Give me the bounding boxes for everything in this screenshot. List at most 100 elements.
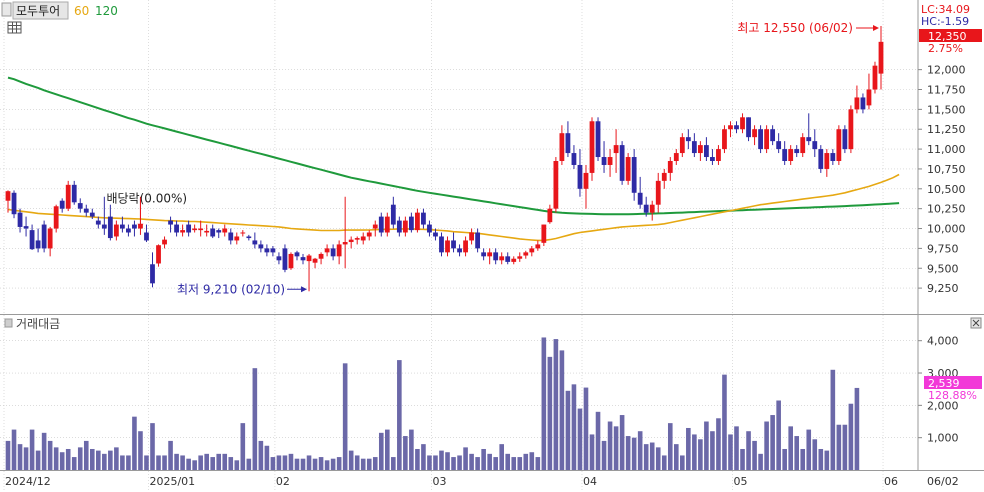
- volume-bar: [23, 447, 29, 470]
- date-tick-label: 05: [734, 475, 748, 488]
- candle-body: [812, 141, 818, 150]
- volume-bar: [541, 337, 547, 470]
- volume-bar: [686, 427, 691, 470]
- candle-body: [794, 149, 800, 154]
- candle-body: [402, 220, 408, 233]
- candle-body: [734, 125, 739, 130]
- candle-body: [445, 240, 450, 253]
- volume-bar: [505, 453, 511, 470]
- grid-table-icon[interactable]: [7, 21, 22, 34]
- candle-body: [433, 232, 438, 237]
- candle-body: [722, 129, 727, 150]
- candle-body: [83, 208, 89, 213]
- volume-bar: [228, 457, 234, 470]
- volume-bar: [409, 429, 414, 470]
- candle: [758, 125, 763, 154]
- candle-body: [697, 145, 703, 154]
- date-tick-label: 06: [884, 475, 898, 488]
- volume-bar: [746, 431, 751, 470]
- volume-panel-title: 거래대금: [16, 317, 60, 331]
- candle-body: [860, 97, 866, 110]
- candle-body: [559, 133, 565, 161]
- candle-body: [126, 228, 131, 233]
- candle: [156, 244, 161, 267]
- volume-bar: [782, 448, 787, 470]
- candle-body: [824, 153, 830, 169]
- volume-panel-icon[interactable]: [4, 318, 13, 328]
- volume-bar: [764, 421, 769, 470]
- candle-body: [746, 117, 751, 138]
- candle-body: [818, 149, 824, 169]
- volume-bar: [613, 426, 619, 470]
- volume-bar: [728, 434, 733, 470]
- candle-body: [294, 252, 300, 257]
- candle-body: [372, 224, 378, 229]
- price-tick-label: 9,750: [927, 242, 959, 255]
- candle-body: [770, 129, 776, 142]
- volume-tick-label: 1,000: [927, 432, 959, 445]
- candle-body: [577, 164, 583, 189]
- volume-bar: [348, 450, 354, 470]
- candle-body: [35, 240, 41, 249]
- candle: [288, 252, 294, 270]
- volume-bar: [631, 437, 637, 470]
- volume-bar: [391, 457, 396, 470]
- candle-body: [415, 212, 420, 231]
- volume-bar: [264, 445, 270, 470]
- candle-body: [408, 216, 414, 231]
- volume-tick-label: 4,000: [927, 335, 959, 348]
- candle-body: [505, 256, 511, 262]
- volume-bar: [192, 460, 197, 470]
- volume-bar: [565, 390, 571, 470]
- volume-bar: [35, 450, 41, 470]
- volume-bar: [487, 453, 492, 470]
- volume-bar: [222, 453, 228, 470]
- candle-body: [511, 258, 517, 262]
- volume-bar: [661, 455, 667, 470]
- candle: [553, 157, 559, 213]
- volume-panel-close-icon[interactable]: [970, 317, 982, 329]
- candle-body: [234, 236, 240, 241]
- candle-body: [583, 172, 589, 189]
- volume-bar: [186, 458, 191, 470]
- volume-bar: [102, 453, 107, 470]
- candle-body: [59, 200, 65, 209]
- date-tick-label: 04: [583, 475, 597, 488]
- volume-bar: [619, 415, 625, 470]
- candle-body: [174, 224, 179, 233]
- volume-bar: [270, 457, 276, 470]
- price-tick-label: 11,250: [927, 123, 966, 136]
- candle-body: [637, 192, 643, 205]
- candle-body: [649, 204, 655, 213]
- volume-bar: [397, 360, 402, 470]
- candle-body: [800, 137, 806, 154]
- candle-body: [276, 256, 282, 261]
- volume-bar: [162, 455, 167, 470]
- candle-body: [264, 248, 270, 253]
- candle-body: [854, 97, 860, 110]
- header-menu-icon[interactable]: [1, 2, 12, 17]
- candle-body: [198, 228, 204, 231]
- candle-body: [342, 242, 348, 245]
- candle-body: [119, 224, 125, 229]
- candle-body: [691, 141, 697, 154]
- price-tick-label: 10,500: [927, 183, 966, 196]
- candle-body: [390, 204, 396, 225]
- candle-body: [776, 141, 782, 150]
- candle-body: [324, 248, 330, 253]
- candle-body: [95, 220, 101, 225]
- candle-body: [866, 89, 872, 106]
- volume-bar: [306, 455, 312, 470]
- volume-bar: [234, 460, 240, 470]
- volume-bar: [366, 458, 372, 470]
- candle-body: [282, 248, 288, 270]
- volume-bar: [180, 455, 185, 470]
- candle-body: [625, 157, 631, 181]
- volume-bar: [704, 421, 709, 470]
- candle-body: [23, 226, 29, 229]
- candle-body: [168, 220, 173, 225]
- candle-body: [595, 121, 601, 158]
- volume-bar: [378, 432, 384, 470]
- volume-bar: [752, 440, 757, 470]
- candle: [722, 125, 727, 154]
